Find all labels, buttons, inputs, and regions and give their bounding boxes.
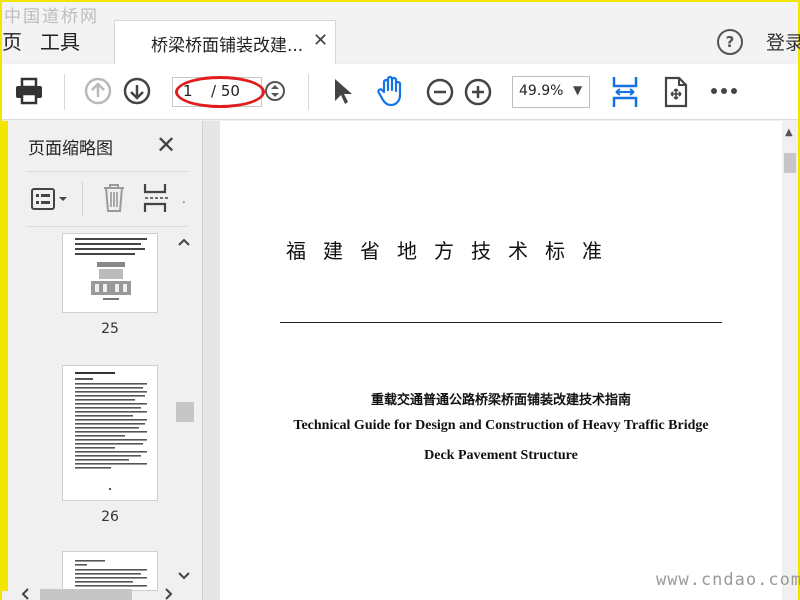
toolbar-separator: [64, 74, 65, 110]
fit-width-icon[interactable]: [610, 74, 640, 110]
panel-toolbar-separator: [82, 182, 83, 216]
chevron-up-icon[interactable]: [178, 237, 190, 247]
main-toolbar: 1 / 50 49.9% ▼: [2, 64, 798, 120]
help-icon[interactable]: ?: [717, 29, 743, 55]
document-guide-title-en-line1: Technical Guide for Design and Construct…: [293, 418, 709, 433]
chevron-left-icon[interactable]: [20, 588, 30, 600]
thumbnail-label: 26: [101, 509, 119, 525]
chevron-right-icon[interactable]: [164, 588, 174, 600]
chevron-down-icon[interactable]: [178, 571, 190, 581]
zoom-value: 49.9%: [519, 83, 564, 99]
document-page[interactable]: 福建省地方技术标准 重载交通普通公路桥梁桥面铺装改建技术指南 Technical…: [220, 121, 782, 600]
frame-edge: [2, 121, 8, 591]
close-tab-icon[interactable]: ✕: [313, 30, 328, 51]
thumbnail-page[interactable]: [62, 365, 158, 501]
rotate-page-icon[interactable]: [662, 76, 690, 108]
chevron-up-icon[interactable]: ▲: [785, 127, 793, 138]
panel-toolbar-overflow: .: [182, 192, 186, 206]
document-standard-title: 福建省地方技术标准: [286, 239, 619, 263]
document-scrollbar-thumb[interactable]: [784, 153, 796, 173]
close-icon[interactable]: ✕: [156, 131, 176, 159]
zoom-in-icon[interactable]: [464, 78, 492, 106]
panel-divider[interactable]: ◀: [202, 121, 415, 600]
zoom-select[interactable]: 49.9% ▼: [512, 76, 590, 108]
menu-tools[interactable]: 工具: [40, 26, 80, 55]
thumbnail-scrollbar-thumb[interactable]: [176, 402, 194, 422]
watermark-top: 中国道桥网: [4, 7, 99, 27]
document-scrollbar[interactable]: ▲: [782, 121, 798, 600]
thumbnail-panel: 页面缩略图 ✕ . 25 26: [2, 121, 202, 600]
chevron-down-icon: ▼: [573, 83, 583, 97]
highlight-ring: [175, 76, 265, 108]
next-page-icon[interactable]: [123, 77, 151, 105]
panel-toolbar: .: [26, 171, 188, 227]
select-tool-icon[interactable]: [332, 77, 354, 107]
document-tab-title: 桥梁桥面铺装改建...: [151, 36, 304, 56]
document-guide-title-cn: 重载交通普通公路桥梁桥面铺装改建技术指南: [370, 393, 631, 408]
page-navigation-icon[interactable]: [264, 80, 286, 102]
more-tools-icon[interactable]: [710, 86, 738, 96]
panel-title: 页面缩略图: [28, 139, 113, 159]
thumbnail-options-icon[interactable]: [30, 186, 70, 212]
document-divider-line: [280, 322, 722, 323]
hand-tool-icon[interactable]: [374, 74, 408, 108]
zoom-out-icon[interactable]: [426, 78, 454, 106]
thumbnail-page[interactable]: [62, 551, 158, 591]
thumbnail-label: 25: [101, 321, 119, 337]
watermark-bottom: www.cndao.com: [656, 570, 800, 590]
toolbar-separator: [308, 74, 309, 110]
thumbnail-preview: [75, 372, 147, 490]
menu-home[interactable]: 页: [2, 26, 22, 55]
insert-page-icon[interactable]: [142, 182, 172, 214]
document-guide-title-en-line2: Deck Pavement Structure: [424, 448, 578, 463]
thumbnail-preview: [75, 238, 147, 300]
login-button[interactable]: 登录: [766, 28, 800, 55]
delete-icon[interactable]: [102, 182, 126, 214]
print-icon[interactable]: [14, 76, 44, 106]
tab-bar: 页 工具 桥梁桥面铺装改建... ✕ ? 登录: [2, 2, 800, 64]
thumbnail-page[interactable]: [62, 233, 158, 313]
document-tab[interactable]: 桥梁桥面铺装改建... ✕: [114, 20, 336, 64]
horizontal-scrollbar-thumb[interactable]: [40, 589, 132, 600]
previous-page-icon[interactable]: [84, 77, 112, 105]
